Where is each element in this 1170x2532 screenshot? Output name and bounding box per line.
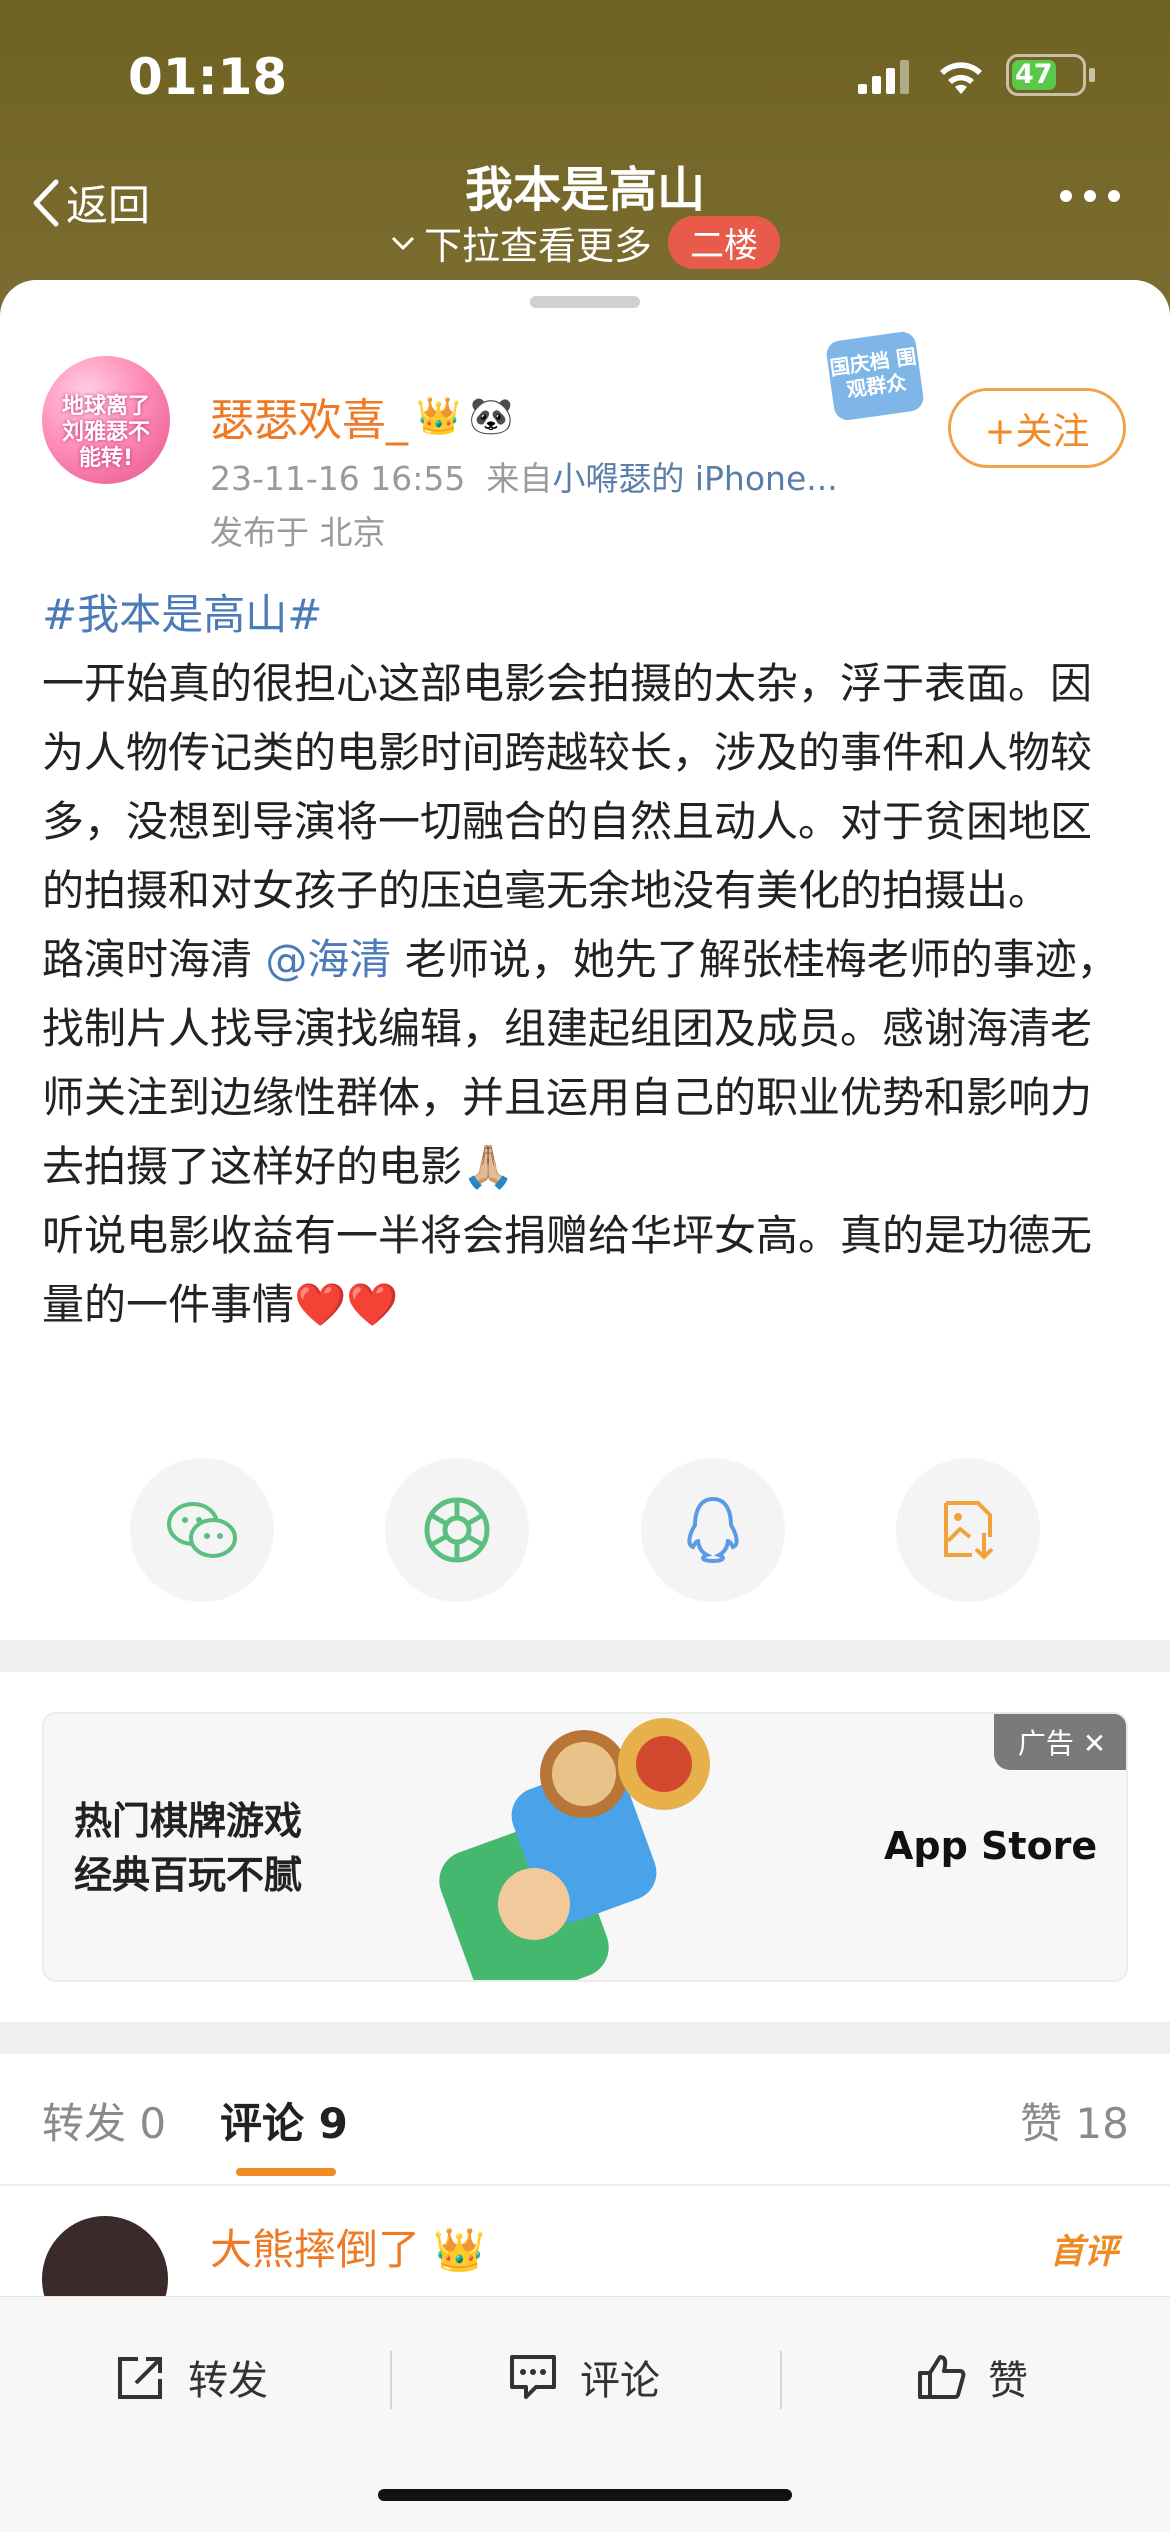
tab-comment[interactable]: 评论 9 — [220, 2090, 348, 2151]
page-title: 我本是高山 — [464, 162, 705, 218]
post-source[interactable]: 小嘚瑟的 iPhone... — [552, 459, 837, 498]
mention-link[interactable]: @海清 — [265, 935, 391, 984]
post-body: #我本是高山# 一开始真的很担心这部电影会拍摄的太杂，浮于表面。因为人物传记类的… — [42, 580, 1132, 1339]
app-store-label: App Store — [884, 1824, 1097, 1868]
like-label: 赞 — [988, 2358, 1028, 2404]
crown-icon: 👑 — [416, 396, 461, 437]
wechat-icon — [167, 1502, 237, 1558]
post-paragraph-2-pre: 路演时海清 — [42, 935, 266, 984]
section-divider — [0, 2022, 1170, 2054]
avatar-text: 地球离了刘雅瑟不能转! — [61, 394, 150, 471]
battery-icon: 47 — [1006, 54, 1086, 96]
hashtag-link[interactable]: #我本是高山# — [42, 590, 322, 639]
cellular-signal-icon — [858, 60, 909, 94]
repost-label: 转发 — [188, 2358, 268, 2404]
qq-icon — [687, 1496, 739, 1564]
ad-section: 热门棋牌游戏 经典百玩不腻 App Store 广告 ✕ — [0, 1672, 1170, 2022]
save-image-button[interactable] — [895, 1458, 1040, 1602]
comment-button[interactable]: 评论 — [508, 2337, 660, 2417]
share-row — [130, 1458, 1040, 1602]
commenter-name[interactable]: 大熊摔倒了 👑 — [210, 2216, 486, 2277]
bottom-action-bar: 转发 评论 赞 — [0, 2296, 1170, 2532]
divider — [780, 2351, 782, 2409]
interaction-tabs: 转发 0 评论 9 赞 18 — [0, 2054, 1170, 2184]
post-meta: 23-11-16 16:55 来自小嘚瑟的 iPhone... — [210, 452, 838, 500]
share-icon — [118, 2357, 162, 2399]
thumbs-up-icon — [918, 2355, 966, 2399]
battery-level: 47 — [1015, 59, 1053, 90]
commenter-name-text: 大熊摔倒了 — [210, 2225, 421, 2274]
comment-item[interactable]: 大熊摔倒了 👑 首评 — [0, 2186, 1170, 2296]
ad-text: 热门棋牌游戏 经典百玩不腻 — [74, 1794, 302, 1902]
status-bar: 01:18 47 — [0, 40, 1170, 110]
avatar[interactable]: 地球离了刘雅瑟不能转! — [42, 356, 170, 484]
wifi-icon — [940, 62, 982, 94]
share-wechat-button[interactable] — [130, 1458, 274, 1602]
moments-icon — [424, 1497, 490, 1563]
ad-close-button[interactable]: 广告 ✕ — [994, 1714, 1126, 1770]
chevron-down-icon — [391, 236, 415, 250]
like-button[interactable]: 赞 — [916, 2337, 1028, 2417]
more-dot-icon — [1060, 190, 1072, 202]
home-indicator — [378, 2489, 792, 2501]
pull-hint-text: 下拉查看更多 — [423, 224, 652, 268]
ad-line-1: 热门棋牌游戏 — [74, 1799, 303, 1843]
post-time: 23-11-16 16:55 — [210, 459, 466, 498]
source-prefix: 来自 — [486, 459, 553, 498]
pull-hint[interactable]: 下拉查看更多 二楼 — [0, 215, 1170, 270]
panda-icon: 🐼 — [468, 396, 514, 437]
ad-line-2: 经典百玩不腻 — [74, 1853, 303, 1897]
follow-button[interactable]: +关注 — [948, 388, 1126, 468]
status-time: 01:18 — [128, 48, 288, 106]
author-name[interactable]: 瑟瑟欢喜_ 👑 🐼 — [210, 384, 514, 448]
drag-handle[interactable] — [530, 296, 640, 308]
tab-like[interactable]: 赞 18 — [1020, 2090, 1129, 2151]
share-qq-button[interactable] — [640, 1458, 785, 1602]
post-paragraph-3: 听说电影收益有一半将会捐赠给华坪女高。真的是功德无量的一件事情❤️❤️ — [42, 1211, 1093, 1329]
author-name-text: 瑟瑟欢喜_ — [210, 395, 408, 446]
game-art-image — [439, 1718, 710, 1980]
app-store-text: App Store — [884, 1824, 1098, 1868]
active-tab-indicator — [236, 2168, 336, 2176]
divider — [390, 2351, 392, 2409]
event-badge[interactable]: 国庆档 围观群众 — [824, 330, 926, 422]
crown-icon: 👑 — [433, 2225, 486, 2274]
repost-button[interactable]: 转发 — [116, 2337, 268, 2417]
section-divider — [0, 1640, 1170, 1672]
comment-label: 评论 — [580, 2358, 660, 2404]
share-moments-button[interactable] — [385, 1458, 530, 1602]
post-card: 地球离了刘雅瑟不能转! 瑟瑟欢喜_ 👑 🐼 23-11-16 16:55 来自小… — [0, 280, 1170, 1640]
save-image-icon — [943, 1501, 994, 1560]
comment-icon — [510, 2355, 556, 2399]
first-comment-badge: 首评 — [1050, 2232, 1118, 2272]
floor-badge: 二楼 — [668, 216, 780, 269]
more-button[interactable] — [1060, 190, 1120, 202]
commenter-avatar[interactable] — [42, 2216, 168, 2296]
post-location: 发布于 北京 — [210, 513, 386, 552]
post-paragraph-1: 一开始真的很担心这部电影会拍摄的太杂，浮于表面。因为人物传记类的电影时间跨越较长… — [42, 659, 1093, 915]
tab-repost[interactable]: 转发 0 — [42, 2090, 166, 2151]
ad-banner[interactable]: 热门棋牌游戏 经典百玩不腻 App Store 广告 ✕ — [42, 1712, 1128, 1982]
